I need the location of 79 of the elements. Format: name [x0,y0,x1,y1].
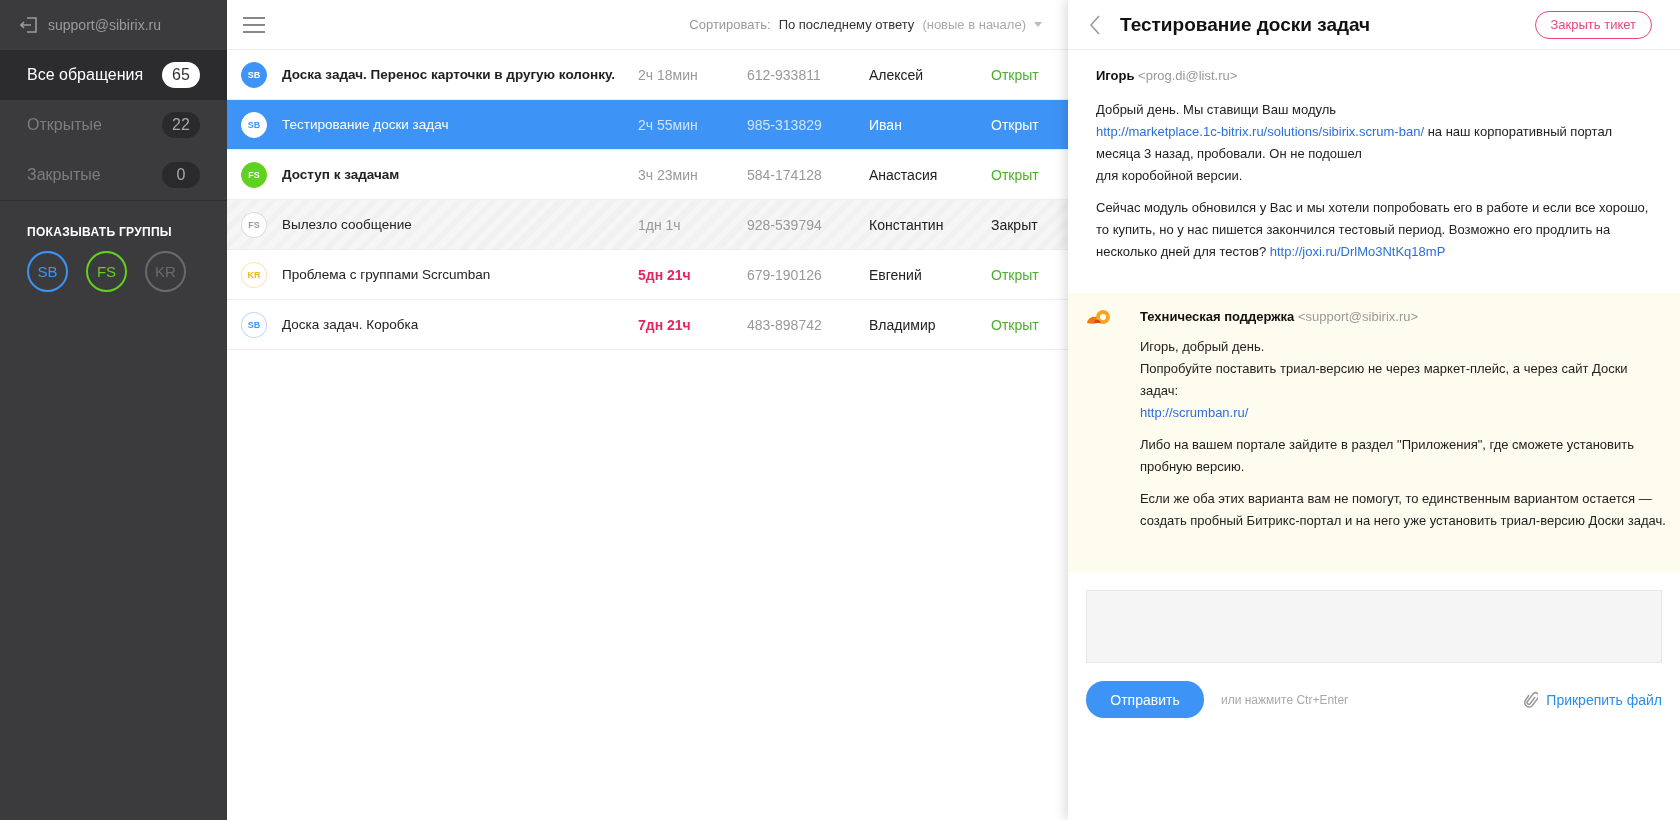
send-button[interactable]: Отправить [1086,681,1204,718]
ticket-phone: 483-898742 [747,316,823,333]
count-badge: 65 [162,62,200,88]
paperclip-icon [1524,690,1539,709]
client-name: Константин [869,216,945,233]
author-email: <prog.di@list.ru> [1138,68,1238,83]
ticket-row[interactable]: KR Проблема с группами Scrcumban 5дн 21ч 679-190126 Евгений Открыт [227,250,1068,300]
shortcut-hint: или нажмите Ctr+Enter [1221,692,1350,707]
author-email: <support@sibirix.ru> [1297,309,1419,324]
message-text: Добрый день. Мы ставищи Ваш модуль http://marketplace.1c-bitrix.ru/solutions/sibirix.scrum-ban/ на наш корпоративный портал месяца 3 назад, пробовали. Он не подошел для коробойной версии. [1096,101,1614,185]
author-name: Техническая поддержка [1140,309,1295,324]
sidebar-item-label: Открытые [27,116,102,134]
group-avatar: SB [241,311,267,338]
sidebar-item[interactable]: Закрытые 0 [0,150,227,200]
ticket-title: Доступ к задачам [282,167,401,182]
account-email: support@sibirix.ru [48,17,162,33]
menu-icon[interactable] [243,16,265,33]
attach-file-link[interactable]: Прикрепить файл [1524,690,1662,709]
caret-icon[interactable] [1034,22,1042,27]
group-avatar: FS [241,161,267,188]
sidebar-item-label: Все обращения [27,66,144,84]
client-name: Анастасия [869,166,939,183]
ticket-age: 2ч 55мин [638,116,699,133]
ticket-title-heading: Тестирование доски задач [1120,13,1372,36]
sort-label: Сортировать: [689,17,771,32]
ticket-row[interactable]: SB Тестирование доски задач 2ч 55мин 985-313829 Иван Открыт [227,100,1068,150]
sidebar-item[interactable]: Все обращения 65 [0,50,227,100]
ticket-age: 5дн 21ч [638,266,692,283]
group-toggle[interactable]: FS [86,251,127,292]
count-badge: 22 [162,112,200,138]
ticket-status: Закрыт [991,216,1039,233]
ticket-title: Вылезло сообщение [282,217,413,232]
group-toggle[interactable]: SB [27,251,68,292]
back-icon[interactable] [1090,14,1100,35]
sort-value[interactable]: По последнему ответу [778,17,915,32]
ticket-phone: 985-313829 [747,116,823,133]
ticket-title: Доска задач. Коробка [282,317,420,332]
ticket-status: Открыт [991,116,1040,133]
sidebar-item[interactable]: Открытые 22 [0,100,227,150]
ticket-age: 2ч 18мин [638,66,699,83]
logout-icon[interactable] [20,17,38,33]
link[interactable]: http://scrumban.ru/ [1140,405,1249,420]
ticket-phone: 679-190126 [747,266,823,283]
count-badge: 0 [162,162,200,188]
client-name: Алексей [869,66,925,83]
ticket-phone: 928-539794 [747,216,823,233]
ticket-phone: 584-174128 [747,166,823,183]
client-name: Иван [869,116,903,133]
link[interactable]: http://joxi.ru/DrlMo3NtKq18mP [1269,244,1446,259]
ticket-status: Открыт [991,166,1040,183]
ticket-phone: 612-933811 [747,66,822,83]
group-avatar: SB [241,111,267,138]
logo-icon [1086,309,1112,327]
groups-heading: ПОКАЗЫВАТЬ ГРУППЫ [26,224,173,241]
ticket-row[interactable]: FS Вылезло сообщение 1дн 1ч 928-539794 Константин Закрыт [227,200,1068,250]
link[interactable]: http://marketplace.1c-bitrix.ru/solutions/sibirix.scrum-ban/ [1096,124,1424,139]
message-text: Либо на вашем портале зайдите в раздел "Приложения", где сможете установить пробную версию. [1140,436,1635,476]
client-name: Владимир [869,316,937,333]
group-avatar: KR [241,261,267,288]
author-name: Игорь [1096,68,1135,83]
client-name: Евгений [869,266,923,283]
ticket-status: Открыт [991,316,1040,333]
ticket-status: Открыт [991,266,1040,283]
ticket-title: Проблема с группами Scrcumban [282,267,492,282]
close-ticket-button[interactable]: Закрыть тикет [1534,10,1652,39]
group-avatar: FS [241,211,267,238]
sidebar-item-label: Закрытые [27,166,101,184]
ticket-title: Тестирование доски задач [282,117,450,132]
ticket-age: 7дн 21ч [638,316,692,333]
message-text: Сейчас модуль обновился у Вас и мы хотели попробовать его в работе и если все хорошо, то купить, но у нас пишется закончился тестовый период. Возможно его продлить на несколько дней для тестов? http://joxi.ru/DrlMo3NtKq18mP [1096,199,1650,261]
ticket-status: Открыт [991,66,1040,83]
message-text: Игорь, добрый день. Попробуйте поставить триал-версию не через маркет-плейс, а через сайт Доски задач: http://scrumban.ru/ [1140,338,1629,422]
group-avatar: SB [241,61,267,88]
ticket-age: 1дн 1ч [638,216,682,233]
ticket-title: Доска задач. Перенос карточки в другую колонку. [282,67,616,82]
message-text: Если же оба этих варианта вам не помогут, то единственным вариантом остается — создать пробный Битрикс-портал и на него уже установить триал-версию Доски задач. [1140,490,1666,530]
ticket-age: 3ч 23мин [638,166,699,183]
ticket-row[interactable]: SB Доска задач. Коробка 7дн 21ч 483-898742 Владимир Открыт [227,300,1068,350]
sort-hint: (новые в начале) [922,17,1026,32]
